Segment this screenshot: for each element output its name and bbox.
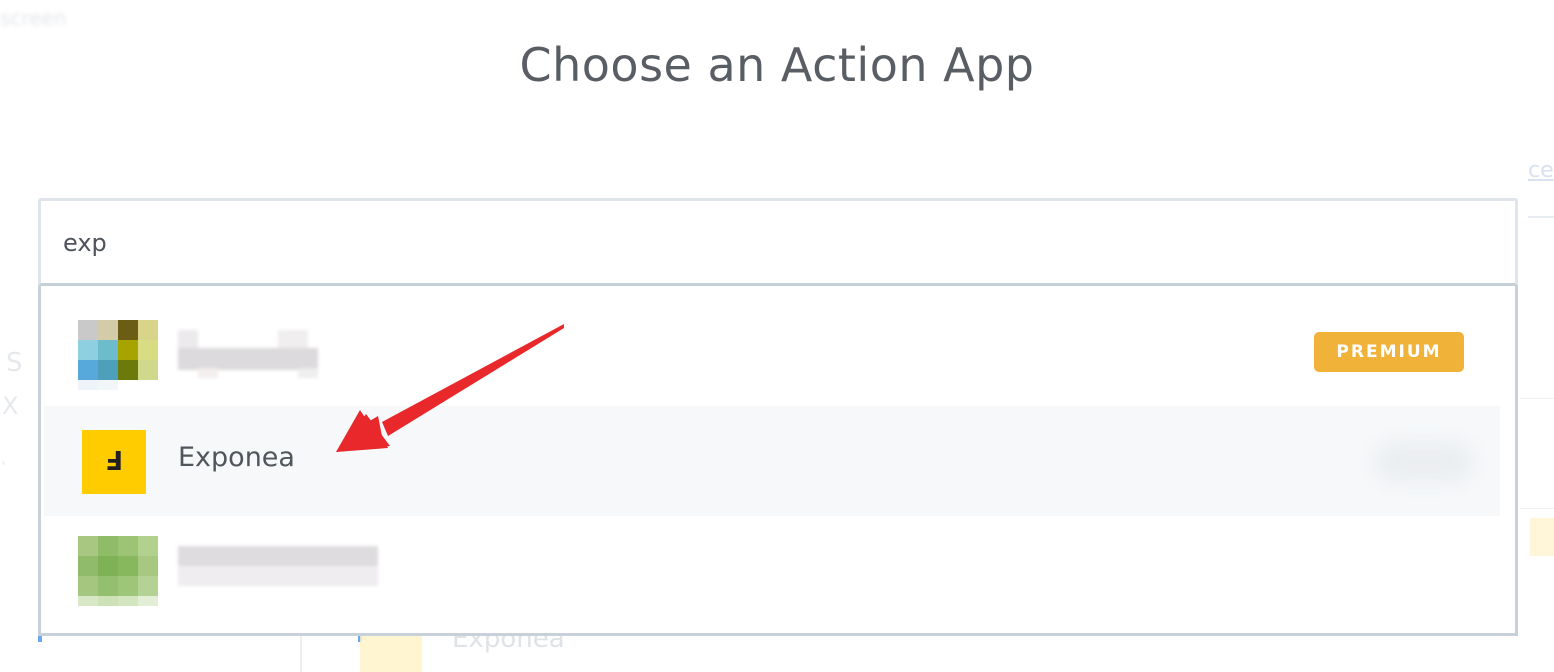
- background-text: ·: [0, 452, 7, 477]
- page-title: Choose an Action App: [519, 38, 1035, 92]
- background-divider: [1520, 398, 1554, 399]
- background-divider: [1528, 216, 1554, 218]
- app-icon: [78, 536, 158, 616]
- app-name: Exponea: [178, 442, 295, 473]
- premium-badge: PREMIUM: [1314, 332, 1464, 372]
- background-text: S: [6, 348, 23, 378]
- app-icon: [78, 320, 158, 400]
- search-results-list: PREMIUM Ⅎ Exponea: [38, 286, 1518, 636]
- background-link: ce: [1528, 158, 1554, 183]
- result-item-exponea[interactable]: Ⅎ Exponea: [44, 406, 1500, 516]
- exponea-logo-icon: Ⅎ: [82, 430, 146, 494]
- result-item[interactable]: PREMIUM: [44, 296, 1500, 406]
- app-search-box[interactable]: [38, 198, 1518, 286]
- background-divider: [300, 636, 302, 672]
- hover-action-shadow: [1374, 442, 1474, 482]
- background-shape: [1530, 518, 1554, 556]
- result-item[interactable]: [44, 516, 1500, 626]
- background-text: X: [2, 392, 19, 420]
- app-search-input[interactable]: [63, 221, 1463, 265]
- annotation-arrow-icon: [336, 324, 564, 452]
- background-app-icon: [360, 636, 422, 672]
- background-text: screen: [0, 6, 67, 30]
- background-divider: [1520, 508, 1554, 509]
